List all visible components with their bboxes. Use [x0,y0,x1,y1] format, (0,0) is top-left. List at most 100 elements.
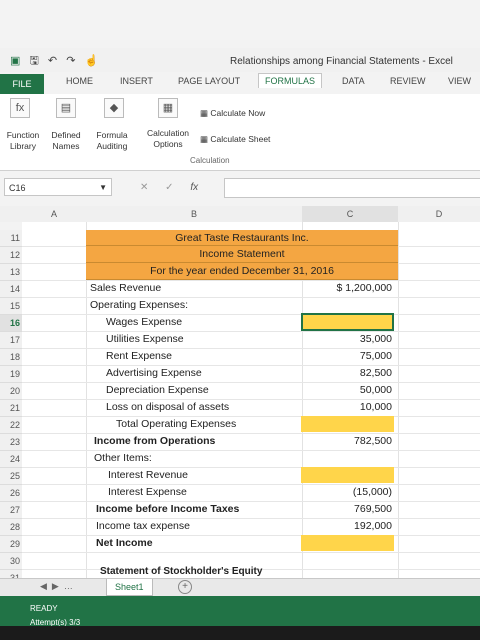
interest-revenue-input[interactable] [301,467,394,483]
line-label[interactable]: Total Operating Expenses [116,418,236,430]
undo-icon[interactable]: ↶ [48,55,57,67]
line-value[interactable]: 50,000 [302,384,392,396]
excel-logo-icon: ▣ [10,55,21,67]
line-label[interactable]: Loss on disposal of assets [106,401,229,413]
tab-home[interactable]: HOME [66,76,93,86]
row-header[interactable]: 20 [0,383,22,400]
column-header-c[interactable]: C [302,206,399,222]
row-header[interactable]: 27 [0,502,22,519]
line-value[interactable]: 10,000 [302,401,392,413]
tab-insert[interactable]: INSERT [120,76,153,86]
grid-line [22,535,480,536]
line-label[interactable]: Income from Operations [94,435,215,447]
line-value[interactable]: (15,000) [302,486,392,498]
grid-line [22,416,480,417]
total-operating-expenses-input[interactable] [301,416,394,432]
ribbon-tabs: FILE HOME INSERT PAGE LAYOUT FORMULAS DA… [0,73,480,94]
line-label[interactable]: Operating Expenses: [90,299,188,311]
line-label[interactable]: Rent Expense [106,350,172,362]
calculate-sheet-button[interactable]: ▦ Calculate Sheet [200,134,270,145]
row-header[interactable]: 15 [0,298,22,315]
line-value[interactable]: 35,000 [302,333,392,345]
formula-auditing-button[interactable]: Formula Auditing [90,130,134,152]
formula-input[interactable] [224,178,480,198]
row-header[interactable]: 23 [0,434,22,451]
line-label[interactable]: Wages Expense [106,316,182,328]
column-header-d[interactable]: D [398,206,480,222]
column-header-b[interactable]: B [86,206,303,222]
row-header[interactable]: 25 [0,468,22,485]
name-box[interactable]: C16 ▼ [4,178,112,196]
grid-line [22,399,480,400]
column-header-a[interactable]: A [22,206,87,222]
line-label[interactable]: Interest Expense [108,486,187,498]
row-header[interactable]: 26 [0,485,22,502]
cancel-icon[interactable]: ✕ [140,182,148,193]
sheet-nav-arrows[interactable]: ◀ ▶ … [40,581,73,592]
tab-page-layout[interactable]: PAGE LAYOUT [178,76,240,86]
selected-cell-c16[interactable] [301,313,394,331]
company-name-cell[interactable]: Great Taste Restaurants Inc. [86,230,398,246]
row-header[interactable]: 18 [0,349,22,366]
tab-file[interactable]: FILE [0,74,44,94]
row-header[interactable]: 29 [0,536,22,553]
tab-data[interactable]: DATA [342,76,365,86]
row-header[interactable]: 22 [0,417,22,434]
line-value[interactable]: 782,500 [302,435,392,447]
line-label[interactable]: Interest Revenue [108,469,188,481]
net-income-input[interactable] [301,535,394,551]
grid-line [22,467,480,468]
grid-line [22,348,480,349]
row-header[interactable]: 16 [0,315,22,332]
line-value[interactable]: 769,500 [302,503,392,515]
chevron-down-icon[interactable]: ▼ [99,179,107,197]
select-all-corner[interactable] [0,206,23,222]
row-header[interactable]: 30 [0,553,22,570]
line-label[interactable]: Other Items: [94,452,152,464]
defined-names-button[interactable]: Defined Names [46,130,86,152]
calculation-options-button[interactable]: Calculation Options [142,128,194,150]
sheet-tab-sheet1[interactable]: Sheet1 [106,579,153,596]
insert-function-icon[interactable]: fx [10,98,30,118]
add-sheet-icon[interactable]: + [178,580,192,594]
line-label[interactable]: Utilities Expense [106,333,184,345]
row-header[interactable]: 14 [0,281,22,298]
formula-auditing-icon[interactable]: ◆ [104,98,124,118]
row-header[interactable]: 17 [0,332,22,349]
tab-review[interactable]: REVIEW [390,76,426,86]
save-icon[interactable]: 🖫 [29,55,38,67]
calculate-now-button[interactable]: ▦ Calculate Now [200,108,265,119]
line-label[interactable]: Income before Income Taxes [96,503,239,515]
grid-line [22,501,480,502]
line-value[interactable]: 82,500 [302,367,392,379]
grid-line [398,222,399,578]
line-value[interactable]: 75,000 [302,350,392,362]
row-header[interactable]: 21 [0,400,22,417]
row-header[interactable]: 12 [0,247,22,264]
tab-view[interactable]: VIEW [448,76,471,86]
line-value[interactable]: $ 1,200,000 [302,282,392,294]
redo-icon[interactable]: ↷ [66,55,75,67]
row-header[interactable]: 11 [0,230,22,247]
grid-line [22,365,480,366]
line-label[interactable]: Sales Revenue [90,282,161,294]
touch-mode-icon[interactable]: ☝ [84,55,98,67]
function-library-button[interactable]: Function Library [2,130,44,152]
calculator-icon[interactable]: ▦ [158,98,178,118]
line-label[interactable]: Depreciation Expense [106,384,209,396]
grid-line [22,297,480,298]
line-label[interactable]: Advertising Expense [106,367,202,379]
row-header[interactable]: 19 [0,366,22,383]
line-label[interactable]: Income tax expense [96,520,190,532]
enter-icon[interactable]: ✓ [165,182,173,193]
line-value[interactable]: 192,000 [302,520,392,532]
row-header[interactable]: 13 [0,264,22,281]
defined-names-icon[interactable]: ▤ [56,98,76,118]
row-header[interactable]: 28 [0,519,22,536]
statement-title-cell[interactable]: Income Statement [86,246,398,263]
insert-function-fx[interactable]: fx [190,182,198,193]
tab-formulas[interactable]: FORMULAS [258,73,323,88]
statement-period-cell[interactable]: For the year ended December 31, 2016 [86,263,398,280]
row-header[interactable]: 24 [0,451,22,468]
line-label[interactable]: Net Income [96,537,153,549]
